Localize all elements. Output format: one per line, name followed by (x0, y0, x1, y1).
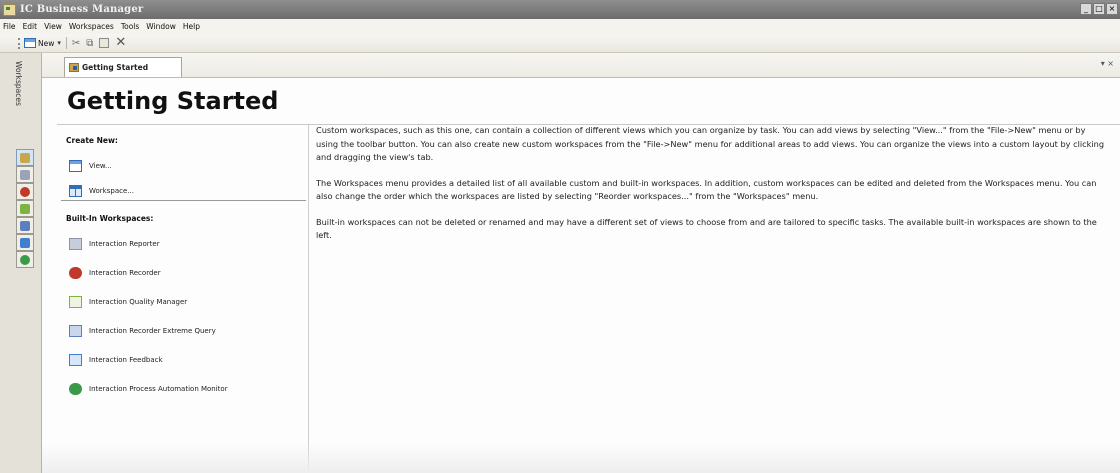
description-paragraph: The Workspaces menu provides a detailed … (316, 177, 1097, 202)
interaction-recorder-link[interactable]: Interaction Recorder (69, 267, 161, 279)
tab-strip: Getting Started ▾ × (42, 53, 1120, 78)
window-title: IC Business Manager (20, 4, 144, 15)
ws-getting-started-icon[interactable] (16, 149, 34, 166)
create-view-link[interactable]: View... (69, 160, 112, 172)
menu-file[interactable]: File (3, 22, 16, 31)
interaction-process-automation-monitor-link[interactable]: Interaction Process Automation Monitor (69, 383, 228, 395)
window-controls: _ □ × (1080, 3, 1118, 15)
description-paragraph: Built-in workspaces can not be deleted o… (316, 216, 1097, 241)
menu-edit[interactable]: Edit (23, 22, 38, 31)
create-workspace-link[interactable]: Workspace... (69, 185, 134, 197)
create-new-heading: Create New: (66, 136, 118, 145)
workspace-icon-list (16, 149, 36, 268)
close-button[interactable]: × (1106, 3, 1118, 15)
ws-interaction-feedback-icon[interactable] (16, 234, 34, 251)
maximize-button[interactable]: □ (1093, 3, 1105, 15)
interaction-feedback-label: Interaction Feedback (89, 356, 163, 364)
toolbar: New ▾ ✂ ⧉ ✕ (0, 34, 1120, 53)
quality-icon (69, 296, 82, 308)
create-view-label: View... (89, 162, 112, 170)
ws-interaction-recorder-extreme-query-icon[interactable] (16, 217, 34, 234)
view-icon (69, 160, 82, 172)
menu-workspaces[interactable]: Workspaces (69, 22, 114, 31)
tab-getting-started[interactable]: Getting Started (64, 57, 182, 77)
interaction-recorder-extreme-query-label: Interaction Recorder Extreme Query (89, 327, 216, 335)
ws-interaction-quality-manager-icon[interactable] (16, 200, 34, 217)
recorder-icon (69, 267, 82, 279)
description-paragraph: Custom workspaces, such as this one, can… (316, 125, 1105, 162)
getting-started-page: Getting Started Create New: View... Work… (42, 78, 1120, 473)
interaction-reporter-label: Interaction Reporter (89, 240, 160, 248)
new-button[interactable]: New ▾ (24, 38, 61, 48)
menu-window[interactable]: Window (146, 22, 176, 31)
chevron-down-icon[interactable]: ▾ (57, 39, 61, 47)
app-window: IC Business Manager _ □ × File Edit View… (0, 0, 1120, 473)
feedback-icon (69, 354, 82, 366)
ws-interaction-recorder-icon[interactable] (16, 183, 34, 200)
interaction-quality-manager-label: Interaction Quality Manager (89, 298, 188, 306)
copy-icon[interactable]: ⧉ (86, 38, 93, 49)
ws-interaction-reporter-icon[interactable] (16, 166, 34, 183)
new-document-icon (24, 38, 36, 48)
workspaces-sidebar-label[interactable]: Workspaces (14, 61, 23, 106)
interaction-recorder-extreme-query-link[interactable]: Interaction Recorder Extreme Query (69, 325, 216, 337)
section-divider (61, 200, 306, 201)
interaction-recorder-label: Interaction Recorder (89, 269, 161, 277)
menu-tools[interactable]: Tools (121, 22, 139, 31)
new-button-label: New (38, 38, 55, 48)
built-in-workspaces-heading: Built-In Workspaces: (66, 214, 154, 223)
interaction-feedback-link[interactable]: Interaction Feedback (69, 354, 163, 366)
query-icon (69, 325, 82, 337)
left-panel: Create New: View... Workspace... Built-I… (57, 125, 309, 473)
app-logo-icon (3, 3, 16, 16)
create-workspace-label: Workspace... (89, 187, 134, 195)
toolbar-separator (65, 37, 67, 49)
report-icon (69, 238, 82, 250)
cut-icon[interactable]: ✂ (72, 38, 80, 49)
menu-help[interactable]: Help (183, 22, 200, 31)
workspaces-sidebar: Workspaces (0, 53, 42, 473)
interaction-process-automation-monitor-label: Interaction Process Automation Monitor (89, 385, 228, 393)
toolbar-grip[interactable] (18, 38, 20, 49)
tab-label: Getting Started (82, 63, 149, 72)
ws-interaction-process-automation-monitor-icon[interactable] (16, 251, 34, 268)
tab-controls[interactable]: ▾ × (1101, 59, 1114, 68)
minimize-button[interactable]: _ (1080, 3, 1092, 15)
title-bar: IC Business Manager _ □ × (0, 0, 1120, 19)
menu-bar: File Edit View Workspaces Tools Window H… (0, 19, 1120, 34)
getting-started-tab-icon (69, 63, 79, 72)
bottom-fade (42, 443, 1120, 473)
interaction-reporter-link[interactable]: Interaction Reporter (69, 238, 160, 250)
automation-icon (69, 383, 82, 395)
interaction-quality-manager-link[interactable]: Interaction Quality Manager (69, 296, 187, 308)
document-area: Getting Started ▾ × Getting Started Crea… (42, 53, 1120, 473)
description-panel: Custom workspaces, such as this one, can… (316, 124, 1108, 255)
page-title: Getting Started (67, 87, 279, 115)
paste-icon[interactable] (99, 38, 110, 48)
delete-icon[interactable]: ✕ (115, 36, 126, 49)
menu-view[interactable]: View (44, 22, 62, 31)
workspace-icon (69, 185, 82, 197)
